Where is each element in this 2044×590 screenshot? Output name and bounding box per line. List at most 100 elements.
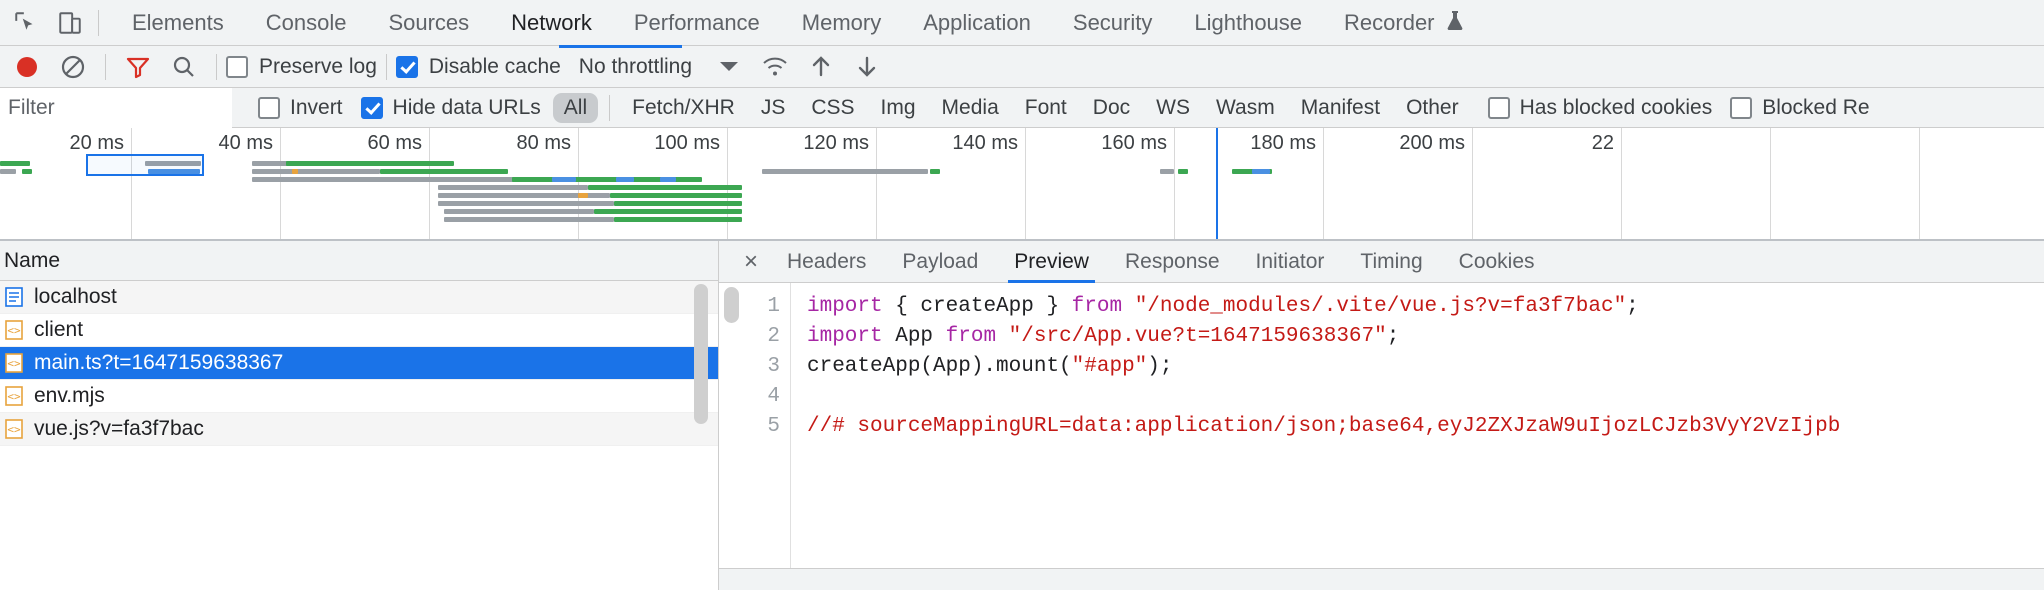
overview-tick-7: 140 ms bbox=[952, 132, 1018, 154]
tab-cookies[interactable]: Cookies bbox=[1441, 241, 1553, 283]
preserve-log-box bbox=[226, 55, 248, 78]
overview-tick-2: 40 ms bbox=[218, 132, 273, 154]
blocked-requests-checkbox[interactable]: Blocked Re bbox=[1730, 96, 1870, 120]
code-line: createApp(App).mount("#app"); bbox=[807, 352, 2044, 382]
disable-cache-checkbox[interactable]: Disable cache bbox=[395, 55, 561, 79]
preserve-log-checkbox[interactable]: Preserve log bbox=[226, 55, 377, 79]
toolbar-divider-3 bbox=[385, 53, 387, 80]
request-list[interactable]: localhost <> client <> main.ts?t=1647159… bbox=[0, 281, 718, 590]
request-list-header: Name bbox=[0, 241, 718, 281]
filter-chip-ws[interactable]: WS bbox=[1145, 93, 1201, 123]
tab-security[interactable]: Security bbox=[1052, 0, 1173, 46]
tab-console[interactable]: Console bbox=[245, 0, 368, 46]
code-token: import bbox=[807, 295, 883, 318]
filter-chip-fetch-xhr[interactable]: Fetch/XHR bbox=[621, 93, 746, 123]
clear-no-entry-icon[interactable] bbox=[50, 46, 96, 88]
filter-chip-js[interactable]: JS bbox=[750, 93, 797, 123]
tab-performance[interactable]: Performance bbox=[613, 0, 781, 46]
export-har-download-icon[interactable] bbox=[844, 46, 890, 88]
hide-data-urls-checkbox[interactable]: Hide data URLs bbox=[360, 95, 541, 120]
request-list-scrollbar[interactable] bbox=[694, 281, 708, 590]
request-name: vue.js?v=fa3f7bac bbox=[34, 417, 204, 440]
code-token: "/node_modules/.vite/vue.js?v=fa3f7bac" bbox=[1134, 295, 1627, 318]
overview-tick-9: 180 ms bbox=[1250, 132, 1316, 154]
toolbar-divider-2 bbox=[216, 53, 217, 80]
overview-tick-6: 120 ms bbox=[803, 132, 869, 154]
scrollbar-thumb[interactable] bbox=[724, 287, 739, 323]
tab-timing[interactable]: Timing bbox=[1342, 241, 1440, 283]
scrollbar-thumb[interactable] bbox=[694, 284, 708, 424]
code-token: from bbox=[1071, 295, 1123, 318]
tab-sources[interactable]: Sources bbox=[367, 0, 490, 46]
search-magnifier-icon[interactable] bbox=[161, 46, 207, 88]
preview-bottom-strip bbox=[719, 568, 2044, 590]
tab-response[interactable]: Response bbox=[1107, 241, 1238, 283]
tab-network[interactable]: Network bbox=[490, 0, 613, 46]
blocked-requests-box bbox=[1730, 96, 1753, 119]
filter-chip-all[interactable]: All bbox=[552, 92, 599, 123]
filter-chip-font[interactable]: Font bbox=[1014, 93, 1078, 123]
overview-selection-window[interactable] bbox=[86, 154, 204, 176]
devtools-tab-bar: Elements Console Sources Network Perform… bbox=[0, 0, 2044, 46]
filter-chip-other[interactable]: Other bbox=[1395, 93, 1470, 123]
tab-preview[interactable]: Preview bbox=[996, 241, 1107, 283]
svg-text:<>: <> bbox=[7, 324, 21, 337]
table-row[interactable]: <> client bbox=[0, 314, 718, 347]
filter-input[interactable] bbox=[0, 87, 232, 128]
inspect-cursor-icon[interactable] bbox=[4, 1, 48, 45]
import-har-upload-icon[interactable] bbox=[798, 46, 844, 88]
code-line-numbers: 1 2 3 4 5 bbox=[745, 283, 791, 590]
code-token: //# sourceMappingURL=data:application/js… bbox=[807, 415, 1841, 438]
device-toolbar-icon[interactable] bbox=[48, 1, 92, 45]
tab-elements[interactable]: Elements bbox=[111, 0, 245, 46]
filter-chip-css[interactable]: CSS bbox=[800, 93, 865, 123]
tab-recorder[interactable]: Recorder bbox=[1323, 0, 1485, 46]
network-tab-indicator bbox=[559, 45, 682, 48]
filter-funnel-icon[interactable] bbox=[115, 46, 161, 88]
filter-chip-media[interactable]: Media bbox=[931, 93, 1010, 123]
request-name: client bbox=[34, 318, 84, 341]
close-icon[interactable]: × bbox=[733, 241, 769, 283]
overview-tick-5: 100 ms bbox=[654, 132, 720, 154]
document-blue-icon bbox=[4, 286, 24, 308]
tab-payload[interactable]: Payload bbox=[884, 241, 996, 283]
filter-chip-img[interactable]: Img bbox=[870, 93, 927, 123]
throttling-select[interactable]: No throttling bbox=[579, 55, 692, 79]
network-filter-bar: Invert Hide data URLs All Fetch/XHR JS C… bbox=[0, 87, 2044, 128]
tab-lighthouse[interactable]: Lighthouse bbox=[1173, 0, 1323, 46]
tab-memory[interactable]: Memory bbox=[781, 0, 902, 46]
filter-chip-doc[interactable]: Doc bbox=[1082, 93, 1141, 123]
code-token: from bbox=[945, 325, 997, 348]
tab-application[interactable]: Application bbox=[902, 0, 1052, 46]
svg-text:<>: <> bbox=[7, 357, 21, 370]
request-name: localhost bbox=[34, 285, 117, 308]
tab-initiator[interactable]: Initiator bbox=[1238, 241, 1343, 283]
hide-data-urls-label: Hide data URLs bbox=[392, 95, 541, 119]
table-row[interactable]: <> env.mjs bbox=[0, 380, 718, 413]
disable-cache-box bbox=[395, 55, 418, 78]
request-detail-pane: × Headers Payload Preview Response Initi… bbox=[719, 241, 2044, 590]
code-content[interactable]: import { createApp } from "/node_modules… bbox=[791, 283, 2044, 590]
table-row[interactable]: <> vue.js?v=fa3f7bac bbox=[0, 413, 718, 446]
table-row[interactable]: <> main.ts?t=1647159638367 bbox=[0, 347, 718, 380]
filter-divider bbox=[609, 94, 611, 121]
record-stop-icon[interactable] bbox=[4, 46, 50, 88]
invert-checkbox[interactable]: Invert bbox=[258, 96, 343, 120]
code-token: { createApp } bbox=[882, 295, 1072, 318]
tab-headers[interactable]: Headers bbox=[769, 241, 884, 283]
svg-text:<>: <> bbox=[7, 390, 21, 403]
filter-chip-manifest[interactable]: Manifest bbox=[1290, 93, 1391, 123]
network-conditions-wifi-icon[interactable] bbox=[752, 46, 798, 88]
table-row[interactable]: localhost bbox=[0, 281, 718, 314]
preview-vertical-scrollbar[interactable] bbox=[719, 283, 745, 590]
overview-tick-3: 60 ms bbox=[367, 132, 422, 154]
has-blocked-cookies-box bbox=[1487, 96, 1510, 119]
filter-chip-wasm[interactable]: Wasm bbox=[1205, 93, 1286, 123]
has-blocked-cookies-checkbox[interactable]: Has blocked cookies bbox=[1487, 96, 1712, 120]
chevron-down-icon[interactable] bbox=[720, 62, 739, 71]
line-number: 1 bbox=[767, 295, 780, 318]
network-main-split: Name localhost <> client <> main.ts?t=16… bbox=[0, 241, 2044, 590]
preserve-log-label: Preserve log bbox=[259, 54, 377, 78]
network-overview-timeline[interactable]: 20 ms 40 ms 60 ms 80 ms 100 ms 120 ms 14… bbox=[0, 128, 2044, 241]
